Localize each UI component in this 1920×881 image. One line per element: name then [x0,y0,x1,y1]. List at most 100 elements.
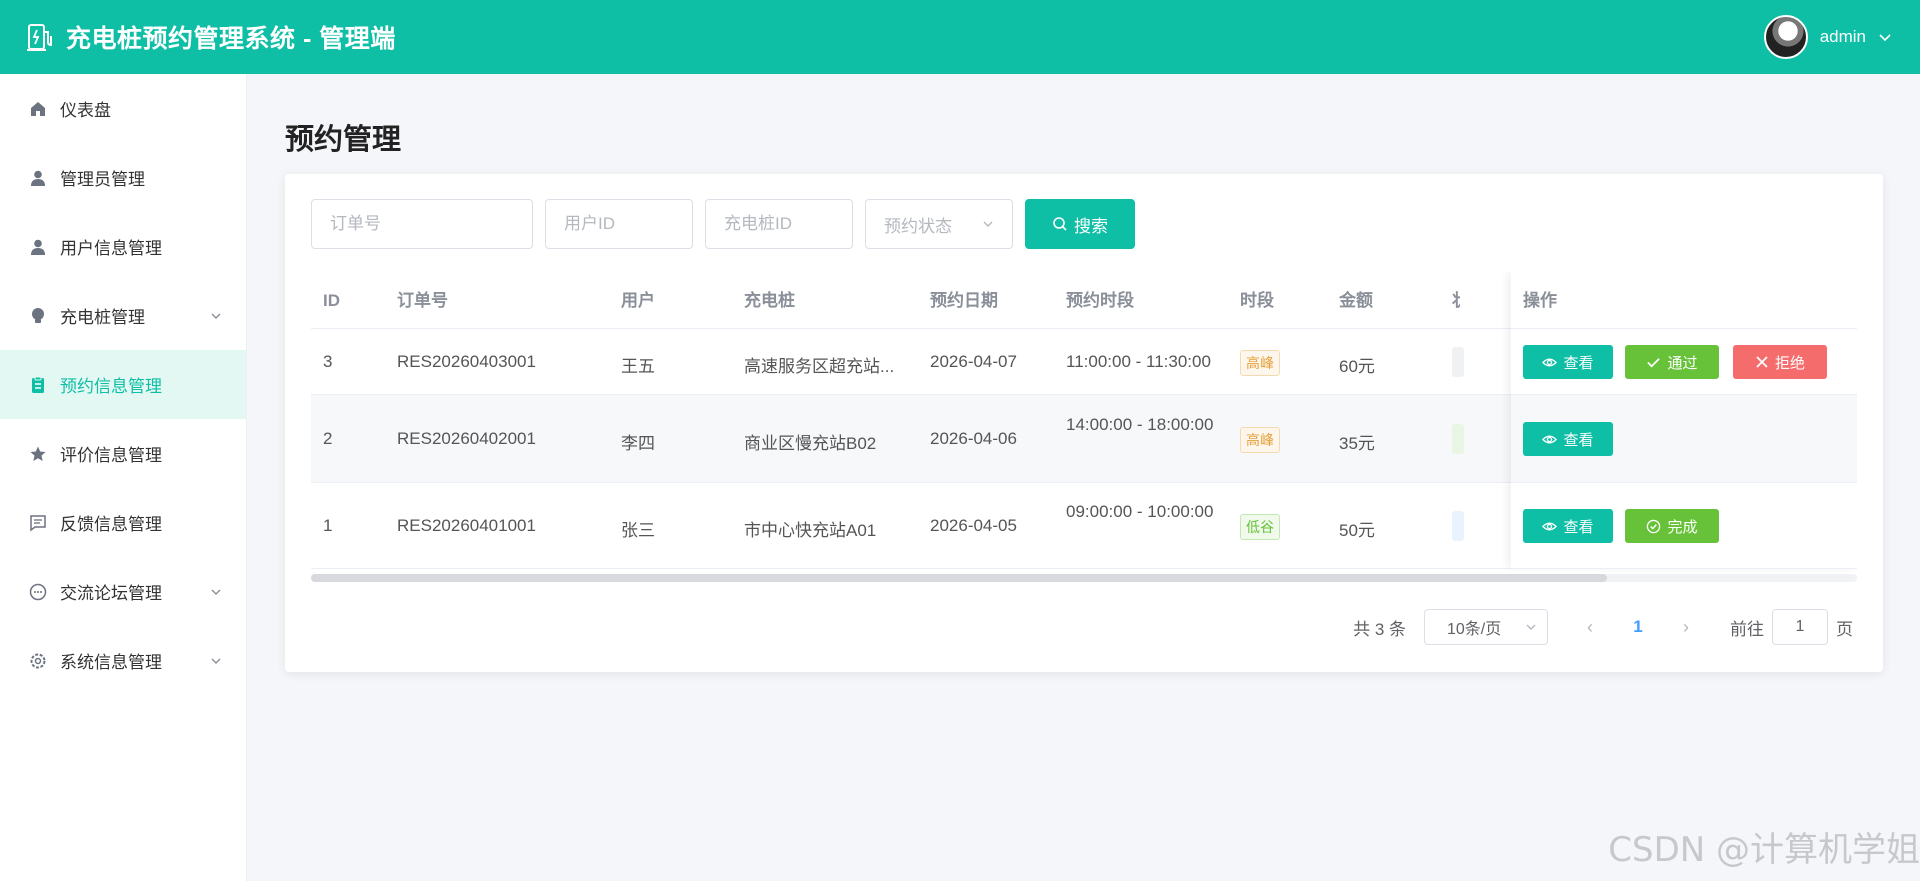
column-header-actions: 操作 [1523,291,1557,310]
cell-slot: 09:00:00 - 10:00:00 [1066,502,1214,521]
sidebar-item-dashboard[interactable]: 仪表盘 [0,74,246,143]
view-button[interactable]: 查看 [1523,422,1613,456]
scrollbar-thumb[interactable] [311,574,1607,582]
gear-icon [28,651,48,671]
sidebar-item-label: 预约信息管理 [60,377,162,396]
sidebar-item-label: 反馈信息管理 [60,515,162,534]
sidebar-item-admin-management[interactable]: 管理员管理 [0,143,246,212]
eye-icon [1542,522,1558,530]
cell-id: 3 [323,352,333,371]
chat-icon [28,582,48,602]
column-header-order-no: 订单号 [397,291,448,310]
column-header-amount: 金额 [1339,291,1373,310]
column-header-date: 预约日期 [930,291,998,310]
chevron-down-icon [211,658,221,664]
chevron-down-icon [211,589,221,595]
column-header-user: 用户 [621,291,655,310]
approve-button[interactable]: 通过 [1625,345,1719,379]
sidebar-item-label: 系统信息管理 [60,653,162,672]
actions-cell: 查看 [1511,395,1857,483]
home-icon [28,99,48,119]
cell-period: 高峰 [1240,427,1280,453]
sidebar-item-feedback-management[interactable]: 反馈信息管理 [0,488,246,557]
view-label: 查看 [1563,431,1594,449]
page-title: 预约管理 [285,124,402,156]
sidebar-item-pile-management[interactable]: 充电桩管理 [0,281,246,350]
sidebar-item-label: 交流论坛管理 [60,584,162,603]
sidebar-item-label: 仪表盘 [60,101,111,120]
page-size-value: 10条/页 [1447,621,1502,638]
approve-label: 通过 [1667,354,1698,372]
column-header-slot: 预约时段 [1066,291,1134,310]
star-icon [28,444,48,464]
column-header-status: 状 [1452,272,1460,329]
chevron-down-icon [1879,34,1891,42]
top-header: 充电桩预约管理系统 - 管理端 admin [0,0,1920,74]
cell-order-no: RES20260401001 [397,516,536,535]
pile-id-input[interactable] [705,199,853,249]
sidebar-item-forum-management[interactable]: 交流论坛管理 [0,557,246,626]
column-header-pile: 充电桩 [744,291,795,310]
cell-user: 张三 [621,521,655,540]
sidebar-item-user-management[interactable]: 用户信息管理 [0,212,246,281]
chevron-down-icon [983,221,993,227]
user-id-input[interactable] [545,199,693,249]
goto-page-input[interactable] [1772,609,1828,645]
user-name: admin [1819,27,1866,46]
page-size-select[interactable]: 10条/页 [1424,609,1548,645]
cell-user: 李四 [621,434,655,453]
avatar[interactable] [1763,15,1808,59]
status-tag [1452,511,1464,541]
eye-icon [1542,358,1558,366]
complete-label: 完成 [1667,518,1698,536]
view-button[interactable]: 查看 [1523,345,1613,379]
view-button[interactable]: 查看 [1523,509,1613,543]
check-circle-icon [1647,519,1661,533]
next-page-button[interactable]: › [1672,617,1700,638]
cell-id: 1 [323,516,333,535]
status-tag [1452,424,1464,454]
page-number[interactable]: 1 [1618,617,1658,637]
sidebar-item-review-management[interactable]: 评价信息管理 [0,419,246,488]
complete-button[interactable]: 完成 [1625,509,1719,543]
watermark: CSDN @计算机学姐 [1608,830,1920,870]
cell-slot: 14:00:00 - 18:00:00 [1066,415,1214,434]
period-tag: 高峰 [1240,350,1280,376]
goto-label: 前往 [1730,619,1764,639]
clipboard-icon [28,375,48,395]
cell-order-no: RES20260403001 [397,352,536,371]
cell-amount: 35元 [1339,434,1375,453]
sidebar-item-label: 用户信息管理 [60,239,162,258]
order-no-input[interactable] [311,199,533,249]
charging-pile-icon [27,24,52,51]
cell-order-no: RES20260402001 [397,429,536,448]
cell-amount: 60元 [1339,357,1375,376]
cell-pile: 高速服务区超充站... [744,357,895,376]
cell-id: 2 [323,429,333,448]
column-header-id: ID [323,291,340,310]
chevron-down-icon [1526,624,1536,630]
user-icon [28,168,48,188]
view-label: 查看 [1563,354,1594,372]
user-icon [28,237,48,257]
search-button[interactable]: 搜索 [1025,199,1135,249]
status-select-placeholder: 预约状态 [884,216,952,236]
sidebar-item-reservation-management[interactable]: 预约信息管理 [0,350,246,419]
search-icon [1053,217,1067,231]
brand: 充电桩预约管理系统 - 管理端 [26,19,396,55]
status-select[interactable]: 预约状态 [865,199,1013,249]
pagination: 共 3 条 10条/页 ‹ 1 › 前往 页 [1353,609,1853,645]
prev-page-button[interactable]: ‹ [1576,617,1604,638]
cell-date: 2026-04-06 [930,429,1017,448]
actions-cell: 查看 通过 拒绝 [1511,329,1857,395]
check-icon [1647,357,1661,367]
user-menu[interactable]: admin [1763,15,1892,59]
pagination-total: 共 3 条 [1353,619,1406,639]
horizontal-scrollbar[interactable] [311,574,1857,582]
sidebar-item-system-management[interactable]: 系统信息管理 [0,626,246,695]
cell-pile: 商业区慢充站B02 [744,434,877,453]
eye-icon [1542,435,1558,443]
reject-button[interactable]: 拒绝 [1733,345,1827,379]
actions-cell: 查看 完成 [1511,483,1857,569]
content-card: 预约状态 搜索 ID 订单号 用户 充电桩 预约日期 预约时段 时段 金额 状 … [285,174,1883,672]
